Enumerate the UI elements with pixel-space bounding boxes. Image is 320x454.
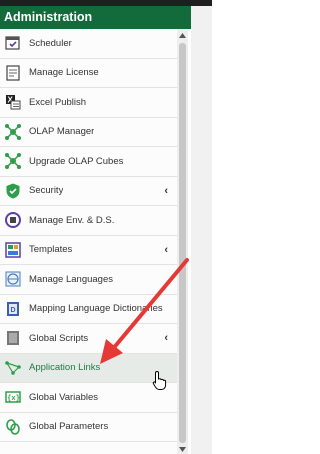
variables-icon: {x} [5,391,21,403]
sidebar-item-mapping-language-dictionaries[interactable]: D Mapping Language Dictionaries [0,295,177,324]
sidebar-item-excel-publish[interactable]: X Excel Publish [0,88,177,118]
panel-title: Administration [0,6,191,29]
sidebar-item-label: Mapping Language Dictionaries [29,303,163,315]
hand-pointer-icon [152,370,167,390]
license-doc-icon [6,65,20,81]
scrollbar-thumb[interactable] [179,43,186,443]
sidebar-item-label: Application Links [29,362,101,374]
calendar-check-icon [5,36,20,50]
sidebar-item-templates[interactable]: Templates ‹ [0,236,177,265]
sidebar-item-scheduler[interactable]: Scheduler [0,29,177,59]
chevron-left-icon[interactable]: ‹ [164,332,168,344]
sidebar-item-label: Manage License [29,67,99,79]
sidebar-scrollbar[interactable] [177,29,188,454]
excel-icon: X [6,95,21,110]
dictionary-icon: D [7,301,19,316]
sidebar-item-olap-manager[interactable]: OLAP Manager [0,118,177,147]
sidebar-item-label: OLAP Manager [29,126,95,138]
shield-check-icon [6,183,20,199]
sidebar-item-label: Security [29,185,64,197]
sidebar-item-global-variables[interactable]: {x} Global Variables [0,383,177,413]
sidebar-item-label: Templates [29,244,73,256]
sidebar-item-label: Global Scripts [29,332,89,344]
sidebar-item-label: Upgrade OLAP Cubes [29,155,124,167]
template-icon [5,242,21,258]
sidebar-item-manage-license[interactable]: Manage License [0,59,177,88]
sidebar-item-label: Global Variables [29,391,99,403]
admin-sidebar: Scheduler Manage License X Excel Publish [0,29,177,454]
sidebar-item-label: Manage Languages [29,273,113,285]
chevron-left-icon[interactable]: ‹ [164,244,168,256]
sidebar-item-manage-env[interactable]: Manage Env. & D.S. [0,206,177,236]
sidebar-item-manage-languages[interactable]: Manage Languages [0,265,177,295]
sidebar-item-upgrade-olap-cubes[interactable]: Upgrade OLAP Cubes [0,147,177,177]
script-icon [7,331,19,346]
sidebar-item-security[interactable]: Security ‹ [0,177,177,206]
scroll-up-icon[interactable] [178,32,187,40]
sidebar-item-label: Scheduler [29,37,72,49]
svg-text:D: D [11,307,16,314]
sidebar-item-label: Global Parameters [29,421,109,433]
links-icon [5,360,21,375]
right-gutter [191,6,212,454]
sidebar-item-global-scripts[interactable]: Global Scripts ‹ [0,324,177,354]
chevron-left-icon[interactable]: ‹ [164,185,168,197]
sidebar-item-label: Manage Env. & D.S. [29,214,115,226]
olap-network-icon [5,123,21,140]
svg-text:{x}: {x} [7,395,20,403]
sidebar-item-global-parameters[interactable]: Global Parameters [0,413,177,442]
sidebar-item-label: Excel Publish [29,96,87,108]
env-cycle-icon [5,212,21,229]
sidebar-item-application-links[interactable]: Application Links [0,353,177,383]
scroll-down-icon[interactable] [178,445,187,453]
olap-upgrade-icon [5,153,21,170]
parameters-icon [6,418,20,435]
globe-icon [5,271,21,287]
